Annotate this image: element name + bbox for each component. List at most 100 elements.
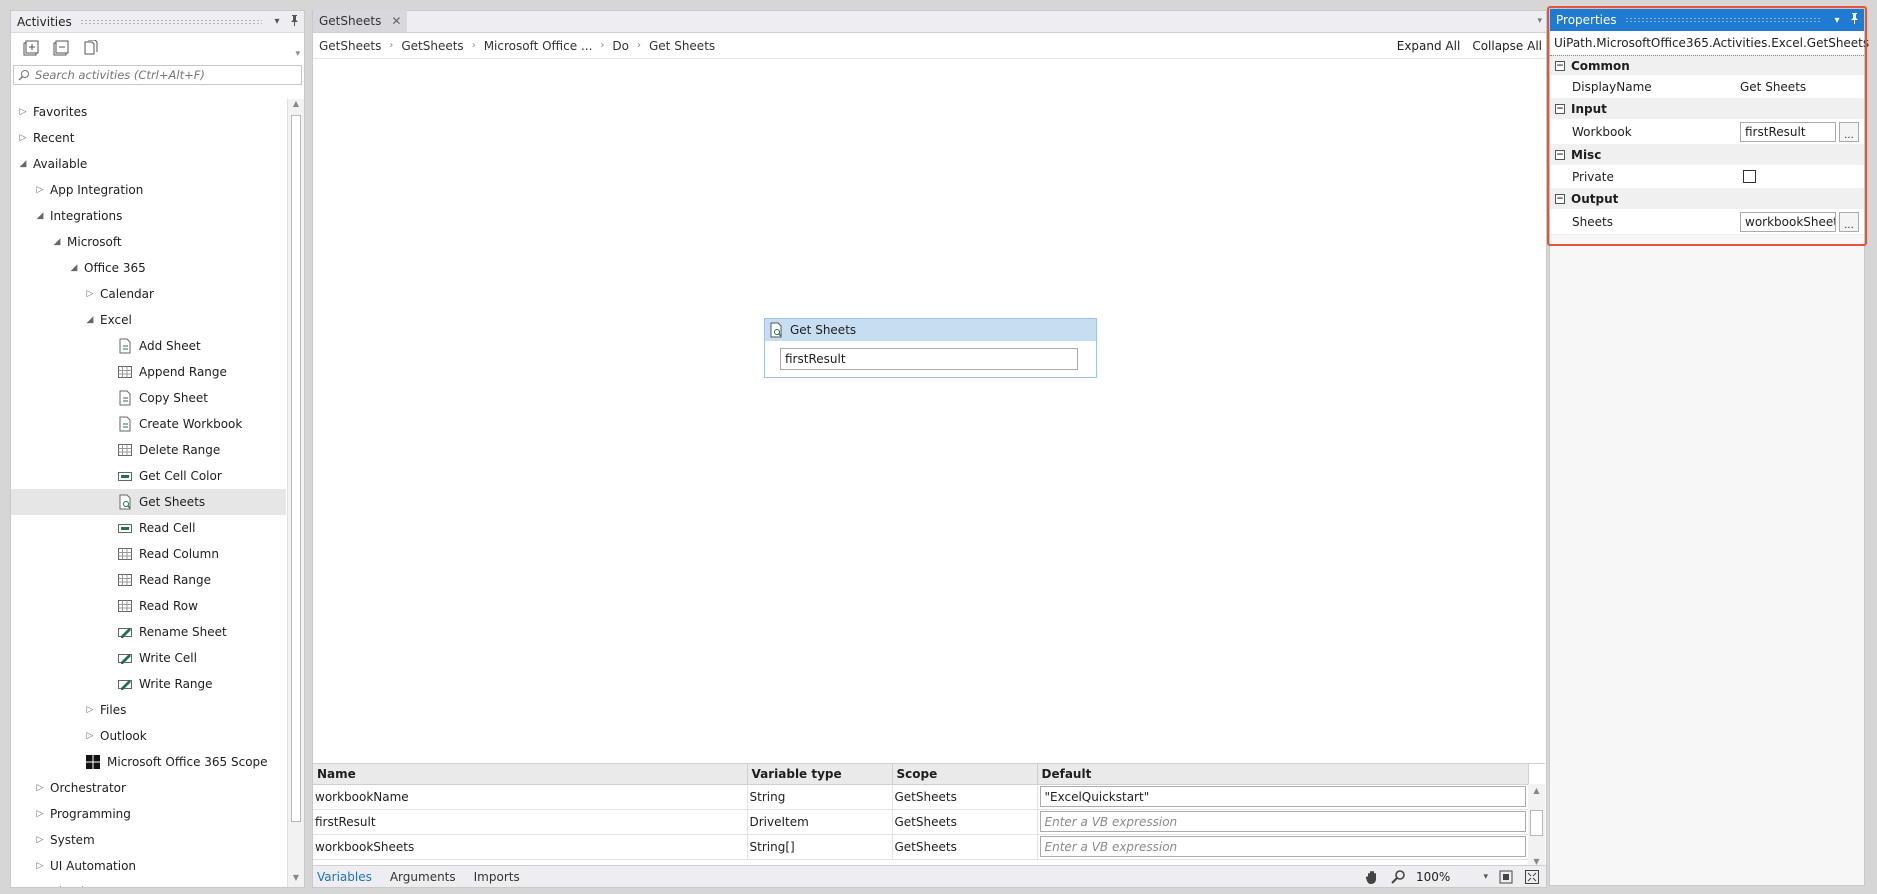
collapse-toggle-icon[interactable]: − — [1555, 150, 1565, 160]
collapsed-triangle-icon[interactable]: ▷ — [33, 783, 47, 793]
collapse-toggle-icon[interactable]: − — [1555, 194, 1565, 204]
search-input[interactable] — [35, 68, 301, 82]
table-row[interactable]: workbookSheets String[] GetSheets Enter a V… — [313, 834, 1529, 860]
panel-grip[interactable] — [79, 18, 262, 25]
collapsed-triangle-icon[interactable]: ▷ — [16, 133, 30, 143]
variable-name-cell[interactable]: workbookName — [313, 784, 748, 810]
default-value-input[interactable]: Enter a VB expression — [1039, 836, 1526, 857]
tree-item[interactable]: ▷ System — [11, 827, 286, 853]
expanded-triangle-icon[interactable]: ◢ — [67, 263, 81, 273]
variable-type-cell[interactable]: DriveItem — [747, 809, 893, 835]
tree-item[interactable]: Read Range — [11, 567, 286, 593]
expanded-triangle-icon[interactable]: ◢ — [33, 211, 47, 221]
tree-item[interactable]: ▷ Files — [11, 697, 286, 723]
private-checkbox[interactable] — [1743, 170, 1756, 183]
expanded-triangle-icon[interactable]: ◢ — [83, 315, 97, 325]
tree-item[interactable]: ▷UiPath — [11, 879, 286, 887]
variable-type-cell[interactable]: String[] — [747, 834, 893, 860]
tree-item[interactable]: ◢ Integrations — [11, 203, 286, 229]
tree-item[interactable]: Read Column — [11, 541, 286, 567]
breadcrumb-item[interactable]: Do — [612, 39, 629, 53]
collapsed-triangle-icon[interactable]: ▷ — [83, 289, 97, 299]
default-value-input[interactable]: Enter a VB expression — [1039, 811, 1526, 832]
tree-item[interactable]: ▷ Programming — [11, 801, 286, 827]
close-icon[interactable]: ✕ — [391, 14, 401, 28]
expand-all-button[interactable] — [19, 37, 43, 59]
tree-item[interactable]: ◢ Available — [11, 151, 286, 177]
column-header-scope[interactable]: Scope — [892, 764, 1038, 785]
collapse-all-link[interactable]: Collapse All — [1472, 39, 1542, 53]
property-category[interactable]: − Output — [1550, 189, 1864, 209]
overview-icon[interactable] — [1524, 869, 1540, 885]
panel-menu-icon[interactable]: ▾ — [1830, 15, 1844, 26]
variable-name-cell[interactable]: workbookSheets — [313, 834, 748, 860]
scroll-up-icon[interactable]: ▲ — [288, 99, 304, 113]
property-category[interactable]: − Common — [1550, 55, 1864, 75]
tree-item[interactable]: ▷ Calendar — [11, 281, 286, 307]
collapse-toggle-icon[interactable]: − — [1555, 60, 1565, 71]
variable-name-cell[interactable]: firstResult — [313, 809, 748, 835]
variable-scope-cell[interactable]: GetSheets — [892, 834, 1038, 860]
collapsed-triangle-icon[interactable]: ▷ — [33, 835, 47, 845]
toolbar-overflow-icon[interactable]: ▾ — [295, 49, 300, 59]
collapsed-triangle-icon[interactable]: ▷ — [16, 107, 30, 117]
show-previews-button[interactable] — [79, 37, 103, 59]
collapsed-triangle-icon[interactable]: ▷ — [83, 731, 97, 741]
workflow-canvas[interactable]: Get Sheets firstResult — [313, 60, 1546, 758]
panel-menu-icon[interactable]: ▾ — [270, 16, 284, 27]
table-row[interactable]: workbookName String GetSheets "ExcelQuickst… — [313, 784, 1529, 810]
tree-item[interactable]: ▷ Favorites — [11, 99, 286, 125]
tree-item[interactable]: ▷ Orchestrator — [11, 775, 286, 801]
breadcrumb-item[interactable]: Microsoft Office ... — [484, 39, 593, 53]
breadcrumb-item[interactable]: GetSheets — [401, 39, 463, 53]
tab-getsheets[interactable]: GetSheets ✕ — [313, 10, 408, 32]
sheets-field[interactable]: workbookSheets — [1740, 211, 1836, 232]
activities-scrollbar[interactable]: ▲ ▼ — [287, 99, 304, 887]
tree-item[interactable]: ▷ UI Automation — [11, 853, 286, 879]
breadcrumb-item[interactable]: Get Sheets — [649, 39, 715, 53]
collapse-all-button[interactable] — [49, 37, 73, 59]
tree-item[interactable]: Microsoft Office 365 Scope — [11, 749, 286, 775]
scroll-up-icon[interactable]: ▲ — [1528, 786, 1545, 795]
tree-item[interactable]: Write Cell — [11, 645, 286, 671]
table-row[interactable]: firstResult DriveItem GetSheets Enter a VB … — [313, 809, 1529, 835]
tree-item[interactable]: Create Workbook — [11, 411, 286, 437]
tab-arguments[interactable]: Arguments — [390, 870, 456, 884]
tree-item[interactable]: Get Cell Color — [11, 463, 286, 489]
scrollbar-thumb[interactable] — [1530, 810, 1543, 836]
tree-item[interactable]: Append Range — [11, 359, 286, 385]
fit-to-screen-icon[interactable] — [1498, 869, 1514, 885]
activity-header[interactable]: Get Sheets — [765, 319, 1096, 341]
scrollbar-thumb[interactable] — [291, 115, 301, 822]
variable-scope-cell[interactable]: GetSheets — [892, 809, 1038, 835]
panel-grip[interactable] — [1624, 17, 1822, 23]
tree-item[interactable]: ▷ App Integration — [11, 177, 286, 203]
zoom-select[interactable]: 100% ▾ — [1416, 870, 1488, 884]
get-sheets-activity[interactable]: Get Sheets firstResult — [764, 318, 1097, 378]
default-value-input[interactable]: "ExcelQuickstart" — [1039, 786, 1526, 807]
collapsed-triangle-icon[interactable]: ▷ — [33, 861, 47, 871]
tree-item[interactable]: ▷ Recent — [11, 125, 286, 151]
variable-scope-cell[interactable]: GetSheets — [892, 784, 1038, 810]
ellipsis-button[interactable]: ... — [1839, 121, 1859, 142]
tree-item[interactable]: ◢ Excel — [11, 307, 286, 333]
ellipsis-button[interactable]: ... — [1839, 211, 1859, 232]
property-category[interactable]: − Input — [1550, 99, 1864, 119]
display-name-value[interactable]: Get Sheets — [1740, 80, 1806, 94]
tree-item[interactable]: ◢ Office 365 — [11, 255, 286, 281]
activities-search[interactable] — [13, 65, 302, 85]
column-header-name[interactable]: Name — [313, 764, 748, 785]
workbook-input[interactable]: firstResult — [780, 348, 1078, 370]
tree-item[interactable]: ▷ Outlook — [11, 723, 286, 749]
property-category[interactable]: − Misc — [1550, 145, 1864, 165]
tree-item[interactable]: Rename Sheet — [11, 619, 286, 645]
tree-item[interactable]: Delete Range — [11, 437, 286, 463]
expanded-triangle-icon[interactable]: ◢ — [50, 237, 64, 247]
expand-all-link[interactable]: Expand All — [1397, 39, 1461, 53]
tab-imports[interactable]: Imports — [474, 870, 520, 884]
collapsed-triangle-icon[interactable]: ▷ — [33, 185, 47, 195]
tree-item[interactable]: Get Sheets — [11, 489, 286, 515]
tree-item[interactable]: Write Range — [11, 671, 286, 697]
workbook-field[interactable]: firstResult — [1740, 121, 1836, 142]
column-header-type[interactable]: Variable type — [747, 764, 893, 785]
